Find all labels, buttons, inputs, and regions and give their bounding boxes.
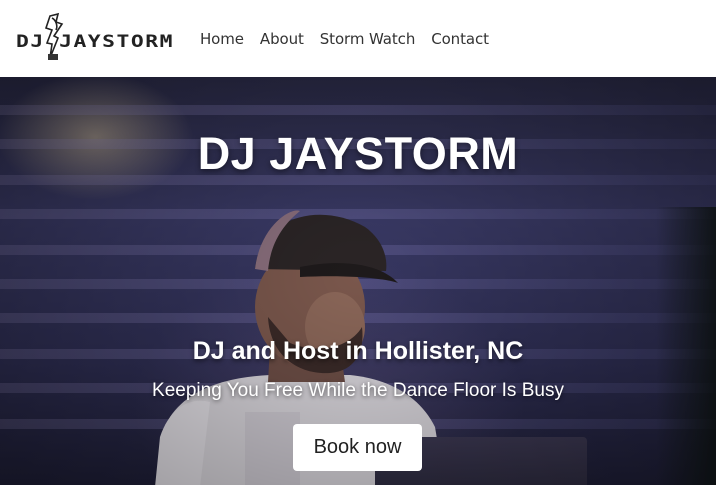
site-header: DJ JAYSTORM Home About Storm Watch Conta…	[0, 0, 716, 77]
main-nav: Home About Storm Watch Contact	[200, 0, 505, 77]
nav-storm-watch-link[interactable]: Storm Watch	[320, 30, 416, 48]
svg-text:DJ JAYSTORM: DJ JAYSTORM	[16, 32, 174, 52]
book-now-button[interactable]: Book now	[293, 424, 422, 471]
site-logo[interactable]: DJ JAYSTORM	[12, 10, 178, 66]
nav-home-link[interactable]: Home	[200, 30, 244, 48]
hero-title: DJ JAYSTORM	[197, 128, 519, 179]
hero-tagline: Keeping You Free While the Dance Floor I…	[152, 380, 564, 401]
logo-icon: DJ JAYSTORM	[16, 12, 174, 60]
nav-contact-link[interactable]: Contact	[431, 30, 489, 48]
nav-about-link[interactable]: About	[260, 30, 304, 48]
hero-subtitle: DJ and Host in Hollister, NC	[192, 337, 524, 365]
